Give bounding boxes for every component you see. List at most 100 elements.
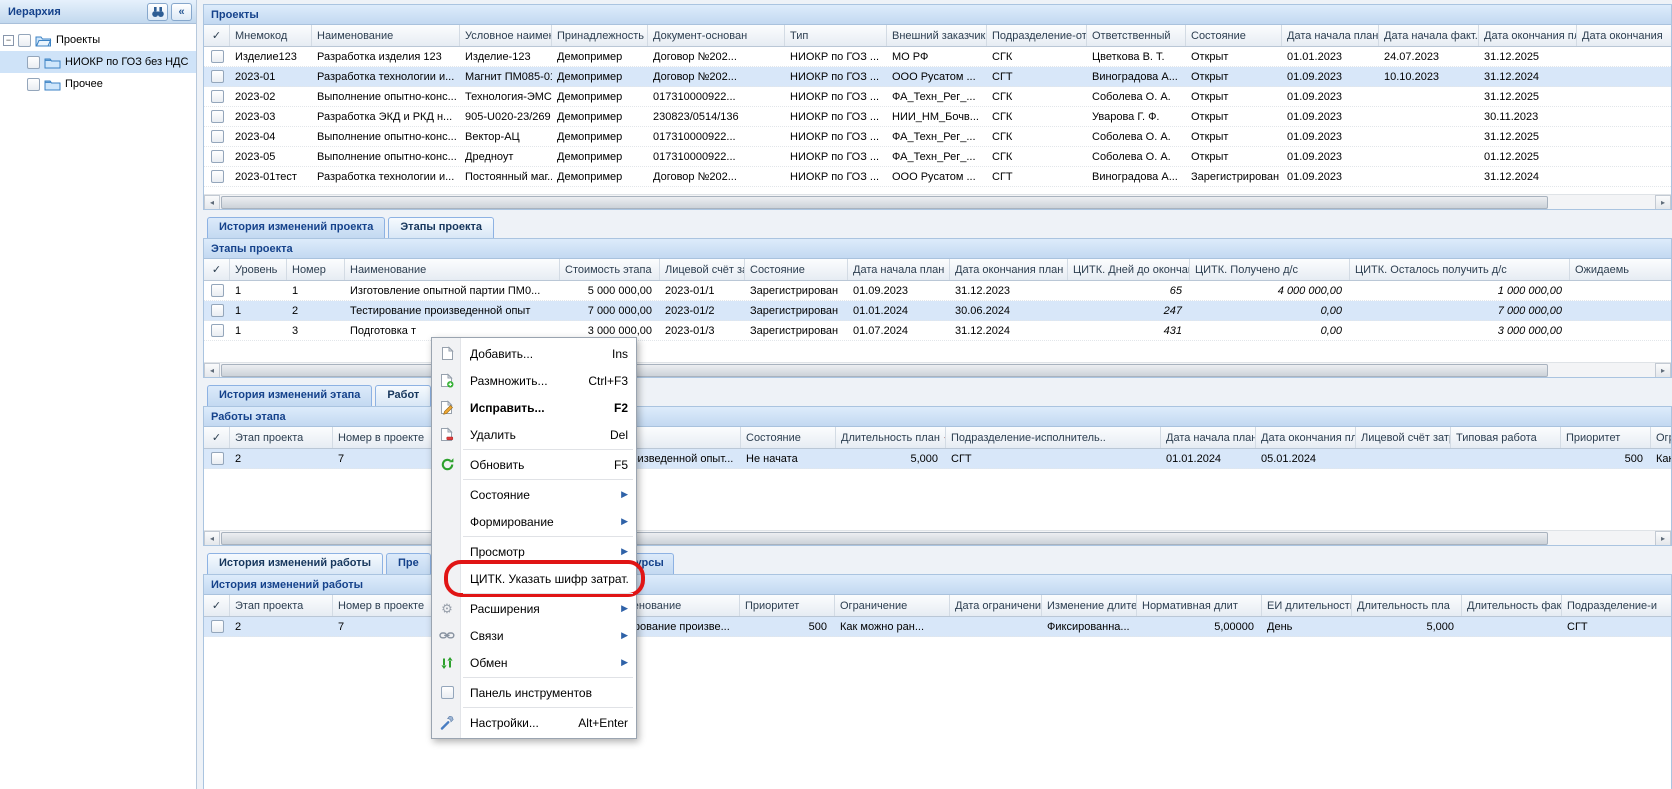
tab[interactable]: Пре — [386, 553, 431, 574]
column-header[interactable]: Дата начала план — [848, 259, 950, 280]
menu-item[interactable]: Исправить...F2 — [432, 394, 636, 421]
column-header[interactable]: Подразделение-от — [987, 25, 1087, 46]
column-header[interactable]: Ограничение — [835, 595, 950, 616]
tree-item[interactable]: −Проекты — [0, 29, 196, 51]
column-header[interactable]: Ожидаемь — [1570, 259, 1672, 280]
column-header[interactable]: Внешний заказчик — [887, 25, 987, 46]
row-checkbox[interactable] — [211, 324, 224, 337]
menu-item[interactable]: ⚙Расширения▶ — [432, 595, 636, 622]
scroll-left-icon[interactable]: ◂ — [204, 531, 220, 546]
table-row[interactable]: 27Тестирование произве...500Как можно ра… — [204, 617, 1671, 637]
row-checkbox[interactable] — [211, 304, 224, 317]
table-row[interactable]: 2023-05Выполнение опытно-конс...Дредноут… — [204, 147, 1671, 167]
column-header[interactable]: Дата окончания план — [1256, 427, 1356, 448]
column-header[interactable]: Дата окончания пл — [1479, 25, 1577, 46]
scroll-left-icon[interactable]: ◂ — [204, 363, 220, 378]
column-header[interactable]: Ограничение — [1651, 427, 1672, 448]
menu-item[interactable]: Состояние▶ — [432, 481, 636, 508]
scrollbar-thumb[interactable] — [221, 532, 1548, 545]
table-row[interactable]: 2023-04Выполнение опытно-конс...Вектор-А… — [204, 127, 1671, 147]
column-header[interactable]: Нормативная длит — [1137, 595, 1262, 616]
scrollbar-thumb[interactable] — [221, 196, 1548, 209]
row-checkbox[interactable] — [211, 620, 224, 633]
scroll-right-icon[interactable]: ▸ — [1655, 195, 1671, 210]
table-row[interactable]: 12Тестирование произведенной опыт7 000 0… — [204, 301, 1671, 321]
column-header[interactable]: Лицевой счёт затрат. — [660, 259, 745, 280]
column-header[interactable]: ✓ — [204, 25, 230, 46]
column-header[interactable]: ЦИТК. Получено д/с — [1190, 259, 1350, 280]
scroll-right-icon[interactable]: ▸ — [1655, 363, 1671, 378]
tab[interactable]: История изменений проекта — [207, 217, 385, 238]
menu-item[interactable]: Панель инструментов — [432, 679, 636, 706]
column-header[interactable]: Лицевой счёт затр — [1356, 427, 1451, 448]
row-checkbox[interactable] — [211, 150, 224, 163]
column-header[interactable]: ЦИТК. Дней до окончания — [1068, 259, 1190, 280]
column-header[interactable]: Длительность план▼ — [836, 427, 946, 448]
row-checkbox[interactable] — [211, 452, 224, 465]
tab[interactable]: История изменений работы — [207, 553, 383, 574]
table-row[interactable]: 2023-01тестРазработка технологии и...Пос… — [204, 167, 1671, 187]
column-header[interactable]: Ответственный — [1087, 25, 1186, 46]
menu-item[interactable]: Обмен▶ — [432, 649, 636, 676]
table-row[interactable]: 2023-02Выполнение опытно-конс...Технолог… — [204, 87, 1671, 107]
column-header[interactable]: ✓ — [204, 595, 230, 616]
column-header[interactable]: Состояние — [741, 427, 836, 448]
column-header[interactable]: Принадлежность — [552, 25, 648, 46]
column-header[interactable]: Наименование — [345, 259, 560, 280]
tab[interactable]: Работ — [375, 385, 431, 406]
table-row[interactable]: 13Подготовка т3 000 000,002023-01/3Зарег… — [204, 321, 1671, 341]
table-row[interactable]: Изделие123Разработка изделия 123Изделие-… — [204, 47, 1671, 67]
tree-item[interactable]: НИОКР по ГОЗ без НДС — [0, 51, 196, 73]
tree-checkbox[interactable] — [27, 78, 40, 91]
column-header[interactable]: Документ-основан — [648, 25, 785, 46]
tab[interactable]: Этапы проекта — [388, 217, 494, 238]
scroll-left-icon[interactable]: ◂ — [204, 195, 220, 210]
collapse-sidebar-button[interactable]: « — [171, 3, 192, 21]
column-header[interactable]: Типовая работа — [1451, 427, 1561, 448]
scroll-right-icon[interactable]: ▸ — [1655, 531, 1671, 546]
column-header[interactable]: Дата начала план. — [1282, 25, 1379, 46]
column-header[interactable]: ЕИ длительности — [1262, 595, 1352, 616]
column-header[interactable]: Подразделение-и — [1562, 595, 1672, 616]
table-row[interactable]: 2023-01Разработка технологии и...Магнит … — [204, 67, 1671, 87]
horizontal-scrollbar[interactable]: ◂ ▸ — [204, 530, 1671, 545]
row-checkbox[interactable] — [211, 130, 224, 143]
column-header[interactable]: Длительность пла — [1352, 595, 1462, 616]
menu-item[interactable]: Настройки...Alt+Enter — [432, 709, 636, 736]
column-header[interactable]: Дата окончания план — [950, 259, 1068, 280]
column-header[interactable]: Условное наименова — [460, 25, 552, 46]
column-header[interactable]: Этап проекта — [230, 595, 333, 616]
menu-item[interactable]: ОбновитьF5 — [432, 451, 636, 478]
row-checkbox[interactable] — [211, 284, 224, 297]
menu-item[interactable]: Просмотр▶ — [432, 538, 636, 565]
tab[interactable]: История изменений этапа — [207, 385, 372, 406]
column-header[interactable]: Уровень — [230, 259, 287, 280]
row-checkbox[interactable] — [211, 70, 224, 83]
column-header[interactable]: Подразделение-исполнитель.. — [946, 427, 1161, 448]
horizontal-scrollbar[interactable]: ◂ ▸ — [204, 194, 1671, 209]
column-header[interactable]: Дата окончания — [1577, 25, 1672, 46]
row-checkbox[interactable] — [211, 90, 224, 103]
menu-item[interactable]: Добавить...Ins — [432, 340, 636, 367]
menu-item[interactable]: УдалитьDel — [432, 421, 636, 448]
table-row[interactable]: 2023-03Разработка ЭКД и РКД н...905-U020… — [204, 107, 1671, 127]
column-header[interactable]: Приоритет — [1561, 427, 1651, 448]
column-header[interactable]: ✓ — [204, 259, 230, 280]
column-header[interactable]: Длительность фак — [1462, 595, 1562, 616]
column-header[interactable]: Наименование — [312, 25, 460, 46]
tree-expander-icon[interactable]: − — [3, 35, 14, 46]
row-checkbox[interactable] — [211, 170, 224, 183]
column-header[interactable]: Состояние — [1186, 25, 1282, 46]
tree-item[interactable]: Прочее — [0, 73, 196, 95]
column-header[interactable]: Мнемокод — [230, 25, 312, 46]
tree-checkbox[interactable] — [27, 56, 40, 69]
column-header[interactable]: Стоимость этапа — [560, 259, 660, 280]
table-row[interactable]: 11Изготовление опытной партии ПМ0...5 00… — [204, 281, 1671, 301]
column-header[interactable]: Тип — [785, 25, 887, 46]
column-header[interactable]: Приоритет — [740, 595, 835, 616]
menu-item[interactable]: Формирование▶ — [432, 508, 636, 535]
column-header[interactable]: Дата начала факт. — [1379, 25, 1479, 46]
column-header[interactable]: Дата начала план. — [1161, 427, 1256, 448]
search-button[interactable] — [147, 3, 168, 21]
row-checkbox[interactable] — [211, 50, 224, 63]
